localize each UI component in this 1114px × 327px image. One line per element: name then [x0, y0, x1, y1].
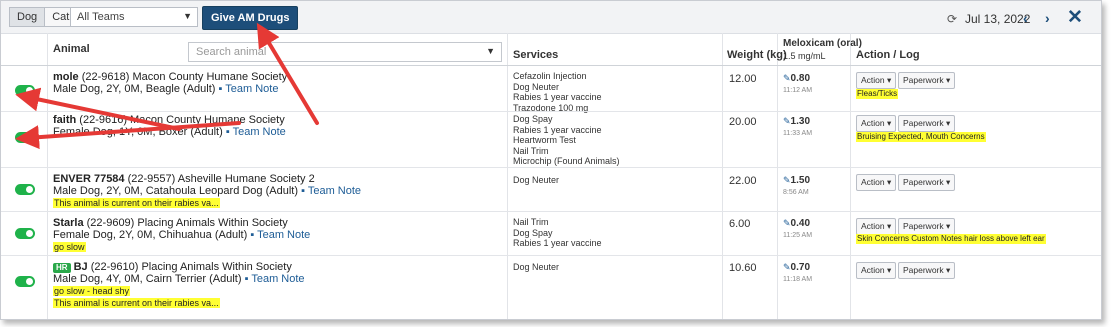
app-window: Dog Cat All Teams ▼ Give AM Drugs ⟳ Jul …	[0, 0, 1102, 320]
annotation-arrows	[15, 22, 319, 150]
arrow-to-toggle-1	[15, 87, 181, 131]
arrow-to-toggle-2	[15, 121, 241, 150]
arrow-to-give-button	[256, 22, 319, 125]
